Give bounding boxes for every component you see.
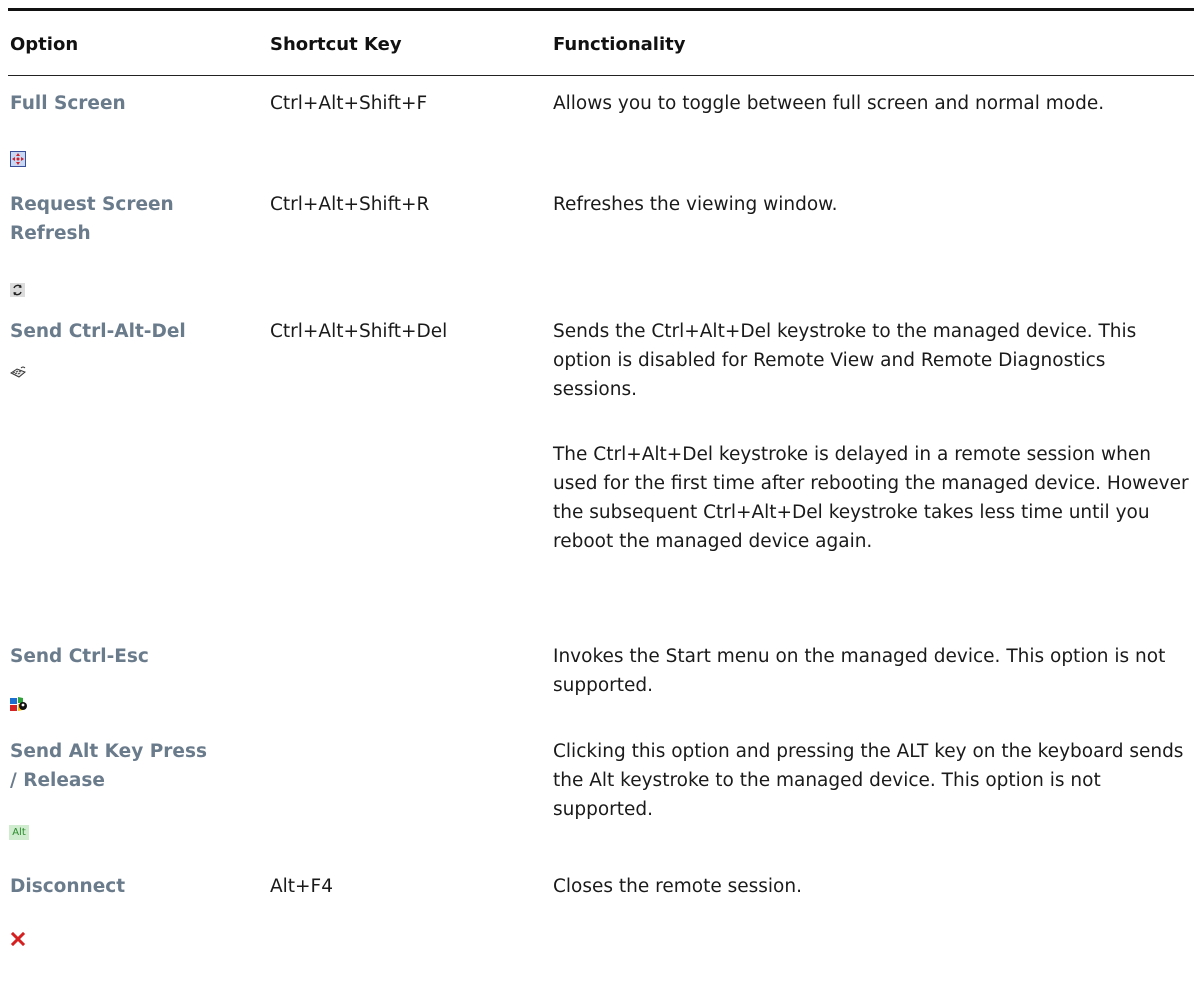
option-full-screen[interactable]: Full Screen: [10, 89, 230, 118]
option-disconnect[interactable]: Disconnect: [10, 872, 230, 901]
header-shortcut-key: Shortcut Key: [270, 34, 402, 55]
table-row: Send Ctrl-Alt-Del Ctrl+Alt+Shift+Del Sen…: [8, 313, 1194, 633]
windows-flag-icon[interactable]: [10, 697, 27, 716]
keyboard-icon[interactable]: [10, 365, 26, 384]
header-functionality: Functionality: [553, 34, 686, 55]
functionality-request-screen-refresh: Refreshes the viewing window.: [553, 194, 838, 215]
header-option: Option: [10, 34, 79, 55]
option-send-alt-key-press-release[interactable]: Send Alt Key Press / Release: [10, 737, 210, 795]
table-row: Full Screen Ctrl+Alt+Shift+F Allows you …: [8, 83, 1194, 183]
table-row: Send Ctrl-Esc Invokes the Start menu on …: [8, 638, 1194, 728]
shortcut-send-ctrl-alt-del: Ctrl+Alt+Shift+Del: [270, 321, 448, 342]
option-send-ctrl-esc[interactable]: Send Ctrl-Esc: [10, 642, 230, 671]
alt-key-icon[interactable]: Alt: [9, 825, 29, 840]
option-send-ctrl-alt-del[interactable]: Send Ctrl-Alt-Del: [10, 317, 230, 346]
full-screen-icon[interactable]: [10, 151, 26, 171]
options-table: Option Shortcut Key Functionality Full S…: [8, 8, 1194, 947]
shortcut-full-screen: Ctrl+Alt+Shift+F: [270, 93, 428, 114]
shortcut-request-screen-refresh: Ctrl+Alt+Shift+R: [270, 194, 430, 215]
functionality-full-screen: Allows you to toggle between full screen…: [553, 93, 1105, 114]
option-request-screen-refresh[interactable]: Request Screen Refresh: [10, 190, 210, 248]
functionality-send-ctrl-esc: Invokes the Start menu on the managed de…: [553, 646, 1166, 696]
functionality-send-ctrl-alt-del-para2: The Ctrl+Alt+Del keystroke is delayed in…: [553, 444, 1189, 552]
table-row: Request Screen Refresh Ctrl+Alt+Shift+R …: [8, 186, 1194, 306]
functionality-send-alt-key-press-release: Clicking this option and pressing the AL…: [553, 741, 1184, 820]
close-x-icon[interactable]: [10, 931, 26, 950]
table-row: Disconnect Alt+F4 Closes the remote sess…: [8, 868, 1194, 988]
table-header-row: Option Shortcut Key Functionality: [8, 11, 1194, 76]
refresh-icon[interactable]: [10, 282, 25, 301]
functionality-disconnect: Closes the remote session.: [553, 876, 802, 897]
functionality-send-ctrl-alt-del-para1: Sends the Ctrl+Alt+Del keystroke to the …: [553, 321, 1137, 400]
shortcut-disconnect: Alt+F4: [270, 876, 333, 897]
table-row: Send Alt Key Press / Release Alt Clickin…: [8, 733, 1194, 863]
